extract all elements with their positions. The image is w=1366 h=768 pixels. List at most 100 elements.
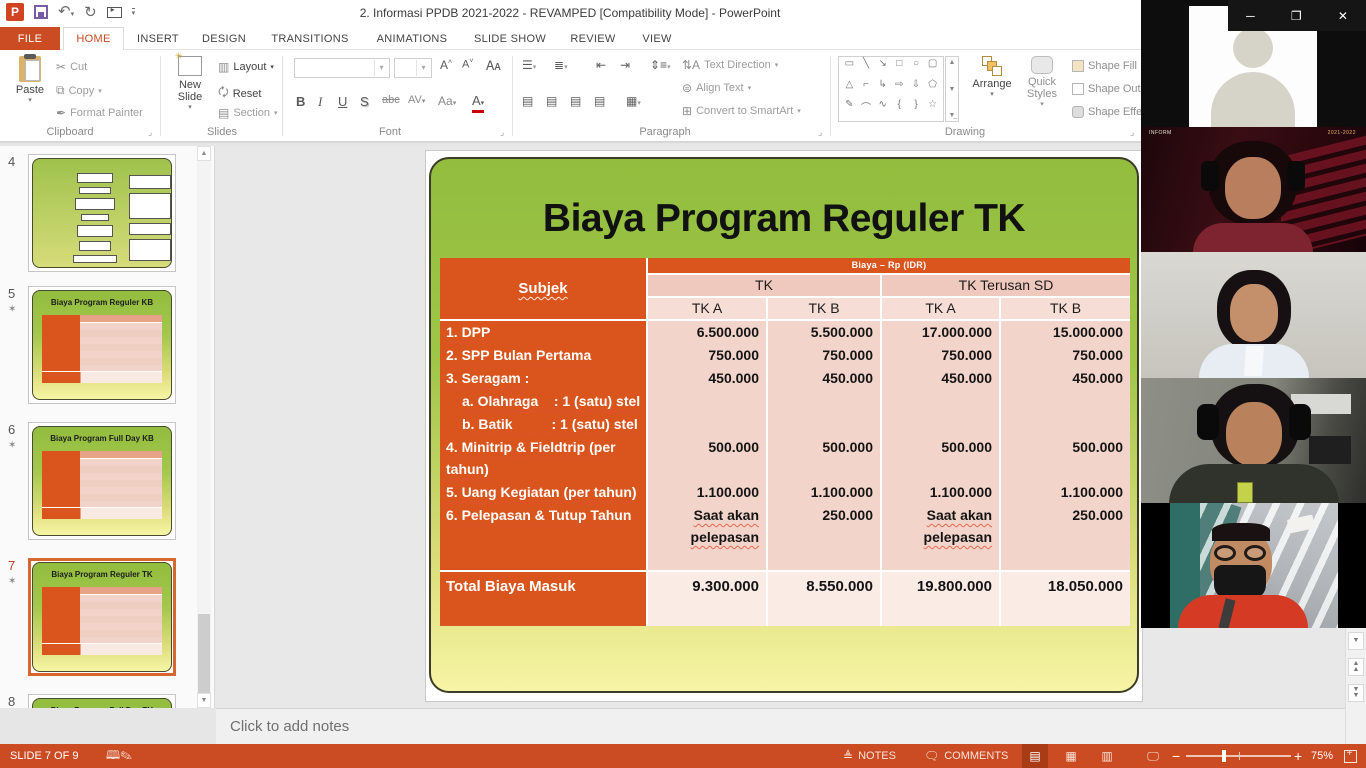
normal-view-button[interactable]: ▤ <box>1022 744 1048 768</box>
paste-button[interactable]: Paste▾ <box>8 56 52 126</box>
shapes-scroll-down-icon[interactable]: ▼ <box>949 86 956 93</box>
textbox-shape-icon[interactable]: ▭ <box>841 58 858 79</box>
rounded-rect-shape-icon[interactable]: ▢ <box>924 58 941 79</box>
font-name-combo[interactable]: ▾ <box>294 58 390 78</box>
notes-placeholder[interactable]: Click to add notes <box>230 718 349 735</box>
section-button[interactable]: ▤Section▾ <box>218 106 278 120</box>
right-arrow-shape-icon[interactable]: ⇨ <box>891 79 908 100</box>
tab-design[interactable]: DESIGN <box>192 27 256 50</box>
align-right-icon[interactable]: ▤ <box>570 94 581 108</box>
clear-formatting-button[interactable]: 🗛 <box>486 58 501 74</box>
align-left-icon[interactable]: ▤ <box>522 94 533 108</box>
align-text-button[interactable]: ⊜Align Text▾ <box>682 81 751 95</box>
tab-transitions[interactable]: TRANSITIONS <box>260 27 360 50</box>
restore-icon[interactable]: ❐ <box>1291 9 1302 23</box>
underline-button[interactable]: U <box>338 94 347 109</box>
arrange-button[interactable]: Arrange▾ <box>968 56 1016 126</box>
zoom-slider[interactable] <box>1186 755 1291 757</box>
change-case-button[interactable]: Aa▾ <box>438 94 456 108</box>
font-name-dropdown-icon[interactable]: ▾ <box>374 60 388 76</box>
slide[interactable]: Biaya Program Reguler TK Subjek Biaya – … <box>429 157 1139 693</box>
shapes-gallery[interactable]: ▭ ╲ ↘ □ ○ ▢ △ ⌐ ↳ ⇨ ⇩ ⬠ ✎ ⌒ ∿ { } ☆ <box>838 56 944 122</box>
paragraph-dialog-launcher-icon[interactable]: ⌟ <box>818 127 828 137</box>
text-shadow-button[interactable]: S <box>360 94 369 109</box>
scroll-down-icon[interactable]: ▼ <box>197 693 211 708</box>
participant-video-woman-lightshirt[interactable] <box>1141 252 1366 378</box>
increase-indent-icon[interactable]: ⇥ <box>620 58 630 72</box>
text-direction-button[interactable]: ⇅AText Direction▾ <box>682 58 778 72</box>
shape-outline-button[interactable]: Shape Out <box>1072 83 1141 95</box>
thumbnail-slide-4[interactable] <box>28 154 176 272</box>
star-shape-icon[interactable]: ☆ <box>924 99 941 120</box>
strikethrough-button[interactable]: abc <box>382 94 400 106</box>
reset-button[interactable]: 🗘Reset <box>218 83 261 104</box>
columns-button[interactable]: ▦▾ <box>626 94 641 108</box>
italic-button[interactable]: I <box>318 94 322 110</box>
numbering-button[interactable]: ≣▾ <box>554 58 568 72</box>
reading-view-button[interactable]: ▥ <box>1094 744 1120 768</box>
shrink-font-button[interactable]: A˅ <box>462 58 473 71</box>
tab-review[interactable]: REVIEW <box>560 27 626 50</box>
tab-view[interactable]: VIEW <box>630 27 684 50</box>
character-spacing-button[interactable]: AV▾ <box>408 94 425 106</box>
layout-button[interactable]: ▥Layout▾ <box>218 60 274 74</box>
quick-styles-button[interactable]: Quick Styles▾ <box>1018 56 1066 126</box>
zoom-slider-thumb[interactable] <box>1222 750 1226 762</box>
fee-table[interactable]: Subjek Biaya – Rp (IDR) TK TK Terusan SD… <box>440 258 1130 626</box>
thumbnail-slide-5[interactable]: Biaya Program Reguler KB <box>28 286 176 404</box>
participant-video-man-mask[interactable] <box>1141 503 1366 628</box>
rectangle-shape-icon[interactable]: □ <box>891 58 908 79</box>
comments-toggle[interactable]: 🗨COMMENTS <box>924 744 1008 768</box>
down-arrow-shape-icon[interactable]: ⇩ <box>908 79 925 100</box>
format-painter-button[interactable]: ✒Format Painter <box>56 106 143 120</box>
thumbnails-scrollbar[interactable]: ▲ ▼ <box>197 146 211 708</box>
align-center-icon[interactable]: ▤ <box>546 94 557 108</box>
oval-shape-icon[interactable]: ○ <box>908 58 925 79</box>
right-brace-shape-icon[interactable]: } <box>908 99 925 120</box>
bullets-button[interactable]: ☰▾ <box>522 58 536 72</box>
grow-font-button[interactable]: A˄ <box>440 58 452 72</box>
justify-icon[interactable]: ▤ <box>594 94 605 108</box>
notes-pane[interactable]: Click to add notes <box>216 708 1366 744</box>
tab-animations[interactable]: ANIMATIONS <box>364 27 460 50</box>
next-slide-button[interactable]: ▼▼ <box>1348 684 1364 702</box>
tab-file[interactable]: FILE <box>0 27 60 50</box>
slide-indicator[interactable]: SLIDE 7 OF 9 <box>10 744 78 768</box>
arc-shape-icon[interactable]: ⌒ <box>858 99 875 120</box>
line-spacing-button[interactable]: ⇕≡▾ <box>650 58 671 72</box>
cut-button[interactable]: ✂Cut <box>56 60 87 74</box>
font-size-combo[interactable]: ▾ <box>394 58 432 78</box>
thumbnail-slide-6[interactable]: Biaya Program Full Day KB <box>28 422 176 540</box>
shapes-gallery-scroll[interactable]: ▲▼▼̲ <box>945 56 959 122</box>
pentagon-shape-icon[interactable]: ⬠ <box>924 79 941 100</box>
elbow-arrow-shape-icon[interactable]: ↳ <box>874 79 891 100</box>
scroll-down-icon[interactable]: ▼ <box>1348 632 1364 650</box>
shape-effects-button[interactable]: Shape Effe <box>1072 106 1142 118</box>
tab-insert[interactable]: INSERT <box>128 27 188 50</box>
slide-sorter-view-button[interactable]: ▦ <box>1058 744 1084 768</box>
shapes-scroll-up-icon[interactable]: ▲ <box>949 59 956 66</box>
scribble-shape-icon[interactable]: ✎ <box>841 99 858 120</box>
tab-slideshow[interactable]: SLIDE SHOW <box>464 27 556 50</box>
previous-slide-button[interactable]: ▲▲ <box>1348 658 1364 676</box>
left-brace-shape-icon[interactable]: { <box>891 99 908 120</box>
elbow-shape-icon[interactable]: ⌐ <box>858 79 875 100</box>
curve-shape-icon[interactable]: ∿ <box>874 99 891 120</box>
shape-fill-button[interactable]: Shape Fill▾ <box>1072 60 1144 72</box>
fit-slide-to-window-button[interactable] <box>1344 744 1357 768</box>
decrease-indent-icon[interactable]: ⇤ <box>596 58 606 72</box>
bold-button[interactable]: B <box>296 94 305 109</box>
notes-toggle[interactable]: ≜NOTES <box>843 744 896 768</box>
slideshow-view-button[interactable]: 🖵 <box>1140 744 1166 768</box>
slide-title[interactable]: Biaya Program Reguler TK <box>431 197 1137 241</box>
copy-button[interactable]: ⧉Copy▾ <box>56 83 102 98</box>
clipboard-dialog-launcher-icon[interactable]: ⌟ <box>148 127 158 137</box>
line-shape-icon[interactable]: ╲ <box>858 58 875 79</box>
triangle-shape-icon[interactable]: △ <box>841 79 858 100</box>
font-dialog-launcher-icon[interactable]: ⌟ <box>500 127 510 137</box>
participant-video-woman-headset[interactable]: INFORM 2021-2022 <box>1141 127 1366 252</box>
zoom-level[interactable]: 75% <box>1311 744 1333 768</box>
minimize-icon[interactable]: ─ <box>1246 9 1255 23</box>
font-color-button[interactable]: A▾ <box>472 94 484 113</box>
scroll-up-icon[interactable]: ▲ <box>197 146 211 161</box>
